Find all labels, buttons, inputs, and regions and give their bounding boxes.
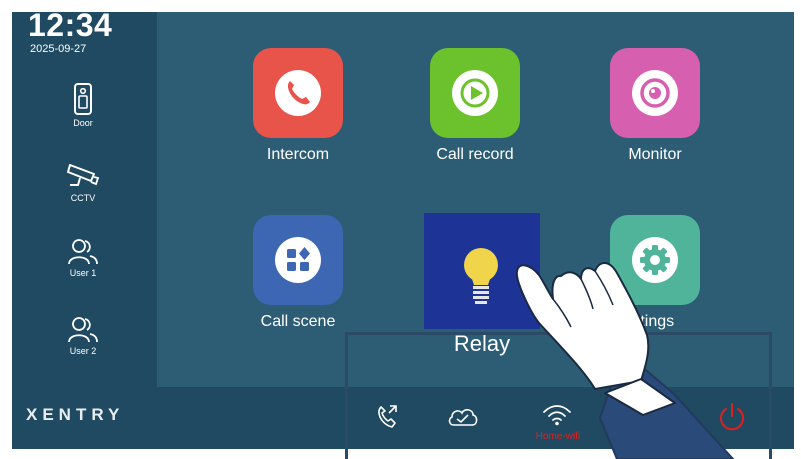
phone-icon <box>287 81 310 105</box>
sidebar-item-user-1[interactable]: User 1 <box>48 238 118 278</box>
app-label: Monitor <box>628 146 682 163</box>
clock-date: 2025-09-27 <box>30 43 87 55</box>
cloud-button[interactable] <box>446 405 480 432</box>
gear-icon <box>640 245 670 275</box>
app-tile <box>610 215 700 305</box>
sidebar-item-label: Door <box>73 118 93 128</box>
wifi-icon <box>543 405 571 426</box>
clock-time: 12:34 <box>28 7 113 43</box>
app-label: Relay <box>453 331 511 356</box>
cloud-icon <box>448 409 478 426</box>
app-call-scene[interactable]: Call scene <box>233 215 363 331</box>
app-settings[interactable]: ttings <box>590 215 720 331</box>
sidebar-item-door[interactable]: Door <box>48 82 118 128</box>
app-call-record[interactable]: Call record <box>410 48 540 164</box>
sidebar-item-user-2[interactable]: User 2 <box>48 316 118 356</box>
app-label: Call record <box>436 146 514 163</box>
play-record-icon <box>460 78 490 108</box>
call-transfer-button[interactable] <box>375 403 399 434</box>
wifi-network-label: Home-wifi <box>535 431 581 442</box>
users-icon <box>68 239 98 265</box>
light-bulb-icon <box>464 248 498 304</box>
brand-logo: XENTRY <box>26 405 125 424</box>
app-label: Intercom <box>266 146 330 163</box>
app-label: Call scene <box>260 313 336 330</box>
cctv-camera-icon <box>67 164 100 186</box>
power-button[interactable] <box>716 401 748 438</box>
intercom-screen: 12:34 2025-09-27 Door CCTV User 1 User 2… <box>0 0 801 459</box>
app-relay[interactable] <box>424 213 540 329</box>
app-tile <box>253 215 343 305</box>
sidebar-item-label: User 2 <box>69 346 97 356</box>
sidebar-item-label: CCTV <box>70 193 96 203</box>
eye-icon <box>640 78 670 108</box>
sidebar-item-cctv[interactable]: CCTV <box>48 161 118 203</box>
app-monitor[interactable]: Monitor <box>590 48 720 164</box>
grid-scene-icon <box>287 247 310 271</box>
wifi-button[interactable] <box>542 404 572 431</box>
door-phone-icon <box>74 83 92 115</box>
call-transfer-icon <box>378 405 397 428</box>
users-icon <box>68 317 98 343</box>
app-tile <box>610 48 700 138</box>
power-icon <box>720 403 744 431</box>
app-tile <box>430 48 520 138</box>
app-label: ttings <box>635 313 675 330</box>
app-tile <box>253 48 343 138</box>
sidebar-item-label: User 1 <box>69 268 97 278</box>
app-intercom[interactable]: Intercom <box>233 48 363 164</box>
